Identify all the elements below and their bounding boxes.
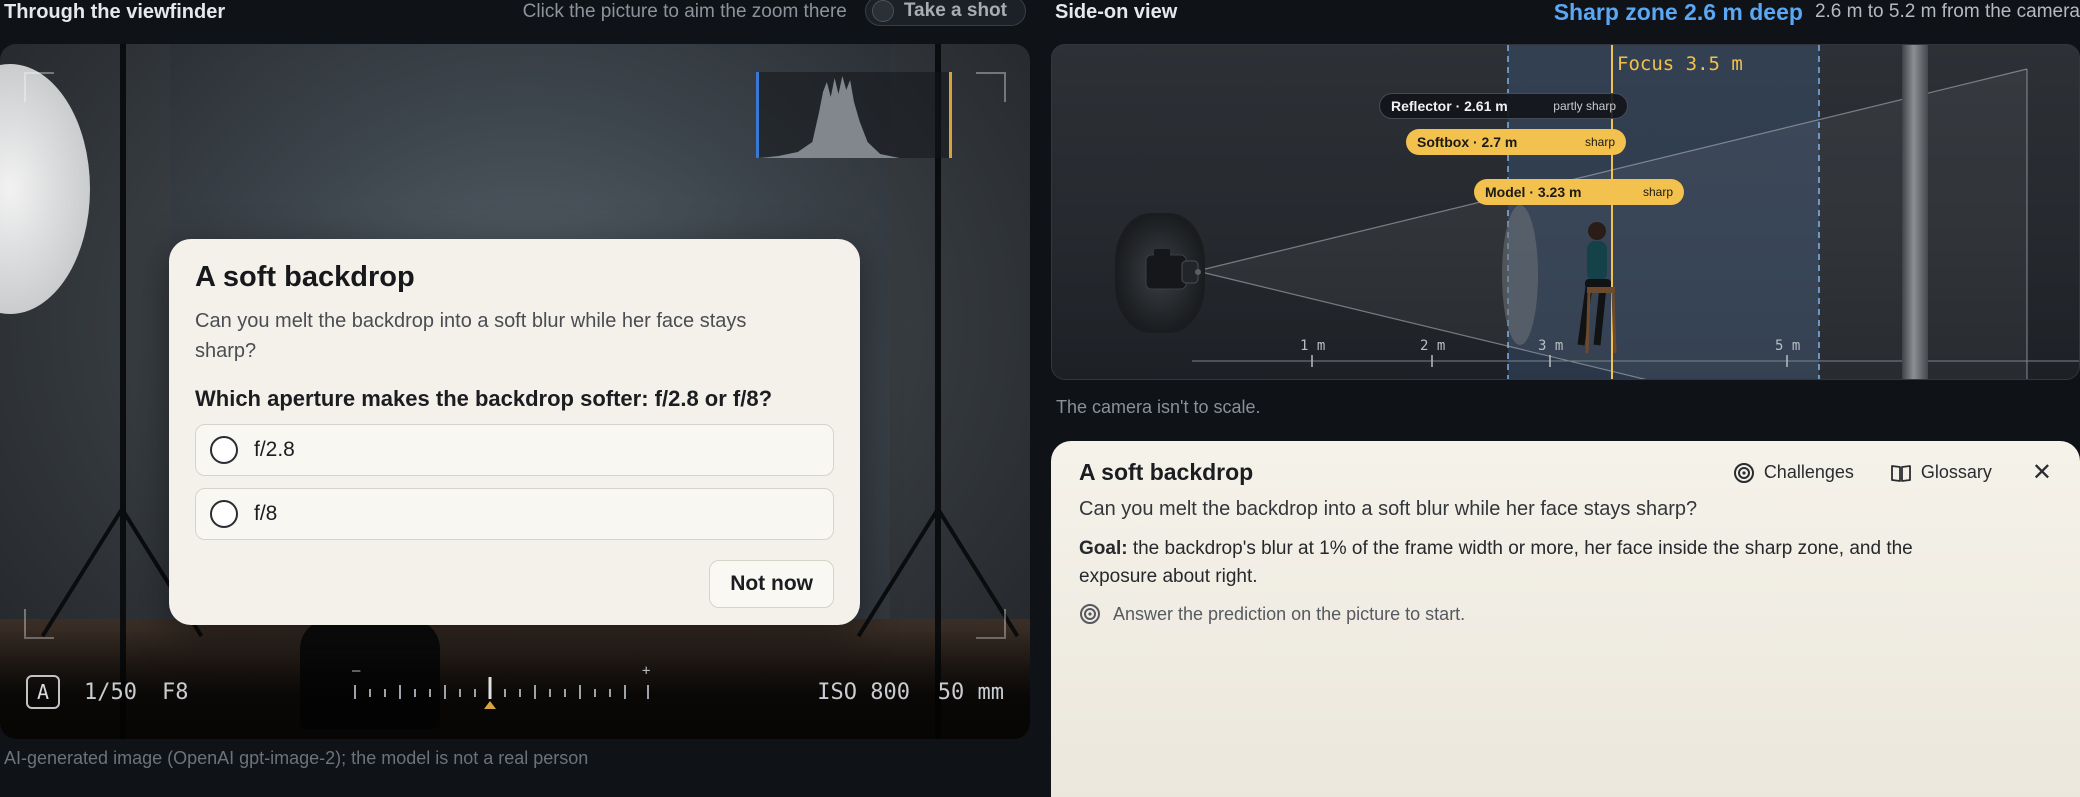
reflector-status: partly sharp xyxy=(1553,99,1616,113)
challenges-label: Challenges xyxy=(1763,462,1854,482)
option-label: f/2.8 xyxy=(254,438,295,461)
challenge-goal: Goal: the backdrop's blur at 1% of the f… xyxy=(1079,535,1929,591)
softbox-status: sharp xyxy=(1584,135,1615,149)
not-now-button[interactable]: Not now xyxy=(709,560,834,608)
tick-5m: 5 m xyxy=(1775,338,1801,354)
target-icon xyxy=(1733,462,1754,483)
model-status: sharp xyxy=(1642,185,1673,199)
challenges-button[interactable]: Challenges xyxy=(1733,462,1854,484)
challenge-title: A soft backdrop xyxy=(1079,459,1254,485)
viewfinder-hint: Click the picture to aim the zoom there xyxy=(522,1,847,22)
take-shot-button[interactable]: Take a shot xyxy=(864,0,1026,26)
challenge-description: Can you melt the backdrop into a soft bl… xyxy=(1079,498,1698,520)
viewfinder-image[interactable]: A 1/50 F8 – + ISO 800 50 mm A soft backd… xyxy=(0,44,1030,739)
frame-corner-top-left xyxy=(24,72,54,102)
meter-minus: – xyxy=(352,663,361,679)
option-f2-8[interactable]: f/2.8 xyxy=(195,424,834,476)
sharp-zone-depth: Sharp zone 2.6 m deep xyxy=(1553,0,1803,25)
side-view-diagram: Focus 3.5 m Reflector · 2.61 m partly sh… xyxy=(1051,44,2080,380)
glossary-button[interactable]: Glossary xyxy=(1890,462,1992,484)
exposure-readout-bar: A 1/50 F8 – + ISO 800 50 mm xyxy=(0,629,1030,739)
viewfinder-header: Through the viewfinder Click the picture… xyxy=(4,0,1026,26)
viewfinder-title: Through the viewfinder xyxy=(4,0,226,23)
scale-note: The camera isn't to scale. xyxy=(1056,397,1261,417)
tick-1m: 1 m xyxy=(1300,338,1326,354)
radio-icon[interactable] xyxy=(210,500,238,528)
softbox-silhouette xyxy=(1502,205,1538,345)
hint-text: Answer the prediction on the picture to … xyxy=(1113,603,1466,624)
prediction-question: Which aperture makes the backdrop softer… xyxy=(195,386,773,411)
target-icon xyxy=(1080,604,1100,624)
reflector-distance: Reflector · 2.61 m xyxy=(1391,98,1508,114)
image-credit: AI-generated image (OpenAI gpt-image-2);… xyxy=(4,748,589,768)
model-figure xyxy=(1577,222,1617,354)
exposure-meter-scale: – + xyxy=(352,663,650,709)
sideview-header: Side-on view Sharp zone 2.6 m deep 2.6 m… xyxy=(1055,0,2080,25)
aperture-value: F8 xyxy=(162,680,189,705)
backdrop-wall xyxy=(1902,45,1928,379)
take-shot-label: Take a shot xyxy=(903,0,1007,21)
challenge-panel: A soft backdrop Challenges Glossary ✕ Ca… xyxy=(1051,441,2080,797)
model-tag: Model · 3.23 m sharp xyxy=(1474,179,1684,205)
goal-prefix: Goal: xyxy=(1079,538,1128,559)
softbox-distance: Softbox · 2.7 m xyxy=(1417,134,1518,150)
frame-corner-top-right xyxy=(976,72,1006,102)
prediction-description: Can you melt the backdrop into a soft bl… xyxy=(195,310,747,362)
option-f8[interactable]: f/8 xyxy=(195,488,834,540)
tick-3m: 3 m xyxy=(1538,338,1564,354)
sideview-title: Side-on view xyxy=(1055,0,1178,23)
focal-length: 50 mm xyxy=(937,680,1004,705)
glossary-label: Glossary xyxy=(1920,462,1992,482)
close-icon[interactable]: ✕ xyxy=(2032,460,2052,485)
iso-value: ISO 800 xyxy=(817,680,910,705)
challenge-hint: Answer the prediction on the picture to … xyxy=(1079,603,2052,625)
histogram-graph xyxy=(759,76,900,158)
prediction-card: A soft backdrop Can you melt the backdro… xyxy=(169,239,860,625)
focus-distance-label: Focus 3.5 m xyxy=(1617,53,1743,75)
softbox-tag: Softbox · 2.7 m sharp xyxy=(1406,129,1626,155)
radio-icon[interactable] xyxy=(210,436,238,464)
tick-2m: 2 m xyxy=(1420,338,1446,354)
goal-text: the backdrop's blur at 1% of the frame w… xyxy=(1079,538,1913,587)
exposure-meter: – + xyxy=(350,663,656,709)
shutter-icon xyxy=(871,0,894,22)
option-label: f/8 xyxy=(254,502,278,525)
histogram xyxy=(756,72,952,158)
sharp-zone-range: 2.6 m to 5.2 m from the camera xyxy=(1814,1,2080,22)
mode-badge: A xyxy=(26,675,60,709)
meter-plus: + xyxy=(642,663,650,679)
camera-icon xyxy=(1145,249,1201,290)
shutter-speed: 1/50 xyxy=(84,680,137,705)
prediction-title: A soft backdrop xyxy=(195,261,415,293)
reflector-tag: Reflector · 2.61 m partly sharp xyxy=(1379,93,1628,119)
model-distance: Model · 3.23 m xyxy=(1485,184,1582,200)
book-icon xyxy=(1890,464,1911,482)
